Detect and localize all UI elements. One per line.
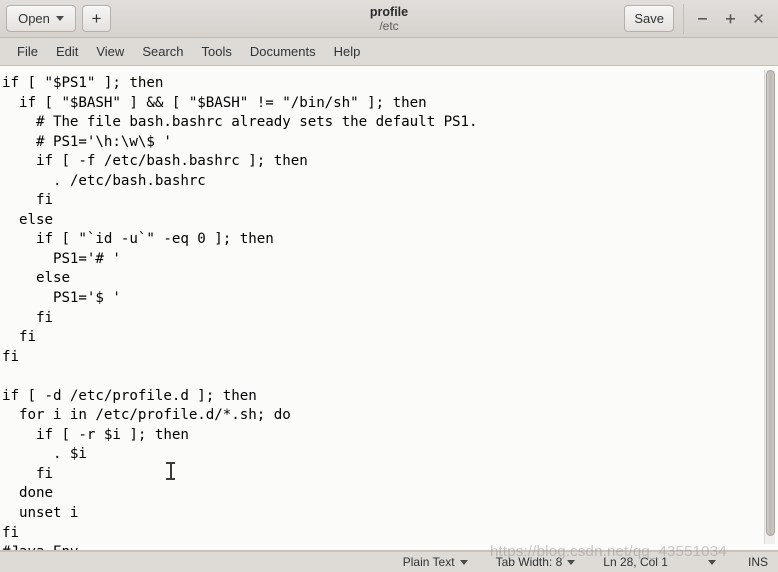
save-button[interactable]: Save (624, 5, 674, 32)
maximize-button[interactable] (716, 4, 744, 34)
status-insert-mode: INS (730, 555, 770, 569)
titlebar-right-controls: Save (624, 3, 772, 34)
menu-item-help[interactable]: Help (325, 38, 370, 66)
new-document-button[interactable]: + (82, 5, 111, 32)
editor-scrollbar-thumb[interactable] (766, 70, 775, 536)
menu-item-view[interactable]: View (87, 38, 133, 66)
close-icon (753, 14, 763, 23)
open-button[interactable]: Open (6, 5, 76, 32)
open-button-label: Open (18, 11, 50, 26)
status-language-selector[interactable]: Plain Text (385, 555, 482, 569)
status-cursor-position-label: Ln 28, Col 1 (603, 555, 668, 569)
menu-item-search[interactable]: Search (133, 38, 192, 66)
chevron-down-icon (707, 559, 716, 565)
editor-text[interactable]: if [ "$PS1" ]; then if [ "$BASH" ] && [ … (2, 74, 554, 550)
menu-item-tools[interactable]: Tools (193, 38, 241, 66)
titlebar-left-controls: Open + (6, 5, 111, 32)
status-tab-width-label: Tab Width: 8 (495, 555, 563, 569)
menu-item-documents[interactable]: Documents (241, 38, 325, 66)
menu-item-edit[interactable]: Edit (47, 38, 87, 66)
plus-icon: + (91, 9, 102, 28)
gedit-window: Open + profile /etc Save File Edit View … (0, 0, 778, 572)
status-insert-mode-label: INS (747, 555, 768, 569)
status-tab-width-selector[interactable]: Tab Width: 8 (482, 555, 590, 569)
titlebar: Open + profile /etc Save (0, 0, 778, 38)
chevron-down-icon (567, 559, 576, 565)
minimize-icon (697, 18, 707, 20)
chevron-down-icon (459, 559, 468, 565)
status-cursor-position[interactable]: Ln 28, Col 1 (589, 555, 730, 569)
save-button-label: Save (634, 11, 664, 26)
editor-area[interactable]: if [ "$PS1" ]; then if [ "$BASH" ] && [ … (0, 66, 778, 551)
menu-item-file[interactable]: File (8, 38, 47, 66)
page-subtitle: /etc (379, 19, 399, 33)
status-language-label: Plain Text (402, 555, 455, 569)
maximize-icon (725, 14, 735, 24)
close-button[interactable] (744, 4, 772, 34)
minimize-button[interactable] (688, 4, 716, 34)
page-title: profile (369, 5, 409, 19)
window-controls (683, 3, 772, 34)
menubar: File Edit View Search Tools Documents He… (0, 38, 778, 66)
statusbar: Plain Text Tab Width: 8 Ln 28, Col 1 INS (0, 551, 778, 572)
editor-vertical-scrollbar[interactable] (764, 70, 775, 544)
chevron-down-icon (55, 16, 64, 21)
